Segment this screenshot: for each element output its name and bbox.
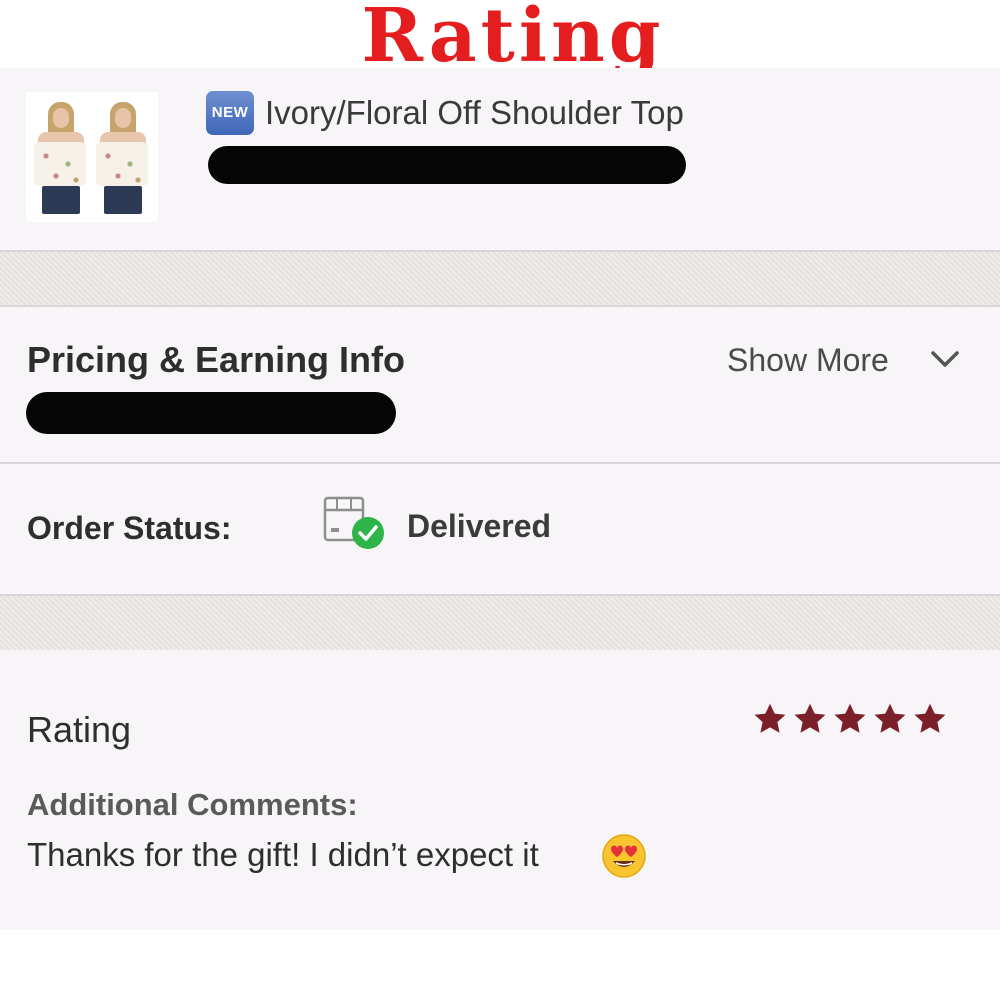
order-status-label: Order Status: <box>27 510 232 546</box>
star-icon <box>834 703 866 733</box>
product-thumbnail[interactable] <box>26 92 158 222</box>
show-more-button[interactable]: Show More <box>727 342 889 379</box>
pricing-panel <box>0 307 1000 462</box>
star-icon <box>914 703 946 733</box>
product-photo-side <box>94 102 150 214</box>
star-icon <box>754 703 786 733</box>
star-icon <box>794 703 826 733</box>
rating-title: Rating <box>27 709 132 750</box>
order-status-value: Delivered <box>407 508 552 544</box>
star-rating <box>752 701 952 741</box>
package-delivered-icon <box>323 494 385 557</box>
section-separator <box>0 252 1000 306</box>
new-badge: NEW <box>206 91 254 135</box>
product-title[interactable]: Ivory/Floral Off Shoulder Top <box>265 94 684 132</box>
redacted-earnings <box>26 392 396 434</box>
chevron-down-icon[interactable] <box>930 350 960 375</box>
banner: Rating <box>0 0 1000 78</box>
section-separator <box>0 596 1000 650</box>
product-photo-front <box>32 102 88 214</box>
comment-text: Thanks for the gift! I didn’t expect it <box>27 836 539 873</box>
star-icon <box>874 703 906 733</box>
pricing-title: Pricing & Earning Info <box>27 339 406 380</box>
additional-comments-label: Additional Comments: <box>27 787 358 822</box>
banner-title: Rating <box>361 0 665 79</box>
heart-eyes-emoji-icon <box>601 833 647 884</box>
redacted-price <box>208 146 686 184</box>
